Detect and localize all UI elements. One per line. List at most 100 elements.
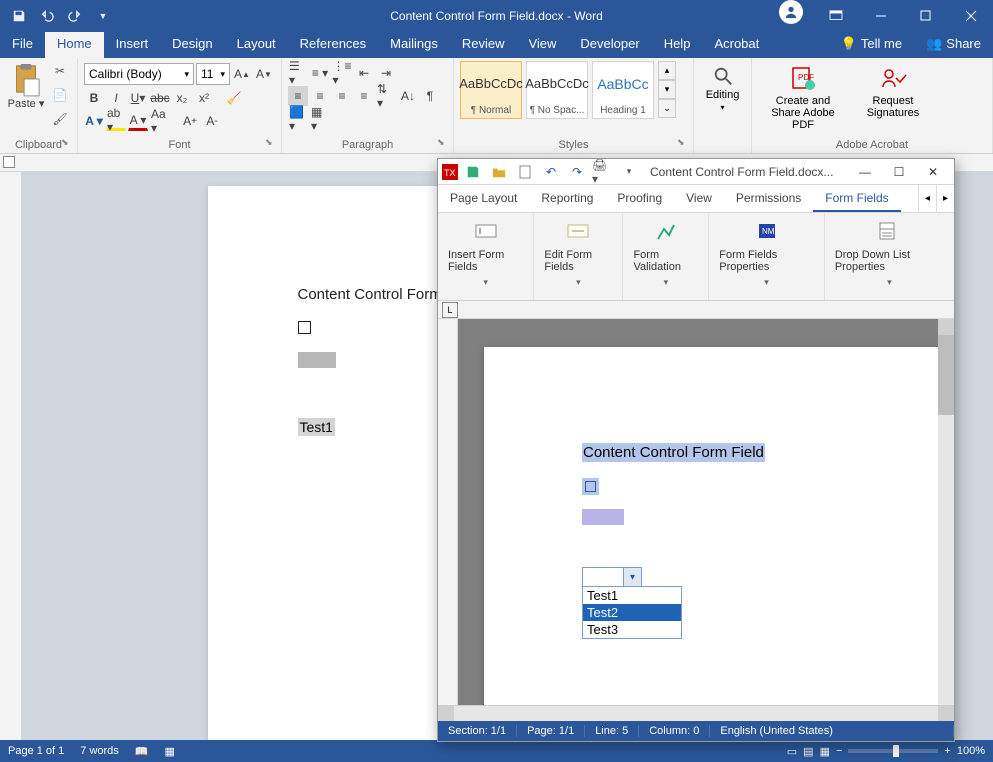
tx-print-icon[interactable]: 🖨 ▾ [592, 161, 614, 183]
view-web-icon[interactable]: ▦ [820, 745, 830, 758]
tx-tab-form-fields[interactable]: Form Fields [813, 185, 900, 212]
tx-form-validation-button[interactable]: Form Validation▾ [623, 213, 709, 300]
tx-ruler-toggle[interactable]: L [442, 302, 458, 318]
tx-scrollbar-horizontal[interactable] [438, 705, 954, 721]
tab-references[interactable]: References [288, 32, 378, 58]
tx-tab-page-layout[interactable]: Page Layout [438, 185, 529, 212]
grow-font2-icon[interactable]: A+ [180, 111, 200, 131]
save-icon[interactable] [6, 3, 32, 29]
tx-new-icon[interactable] [514, 161, 536, 183]
undo-icon[interactable] [34, 3, 60, 29]
bullets-icon[interactable]: ☰ ▾ [288, 63, 308, 83]
align-center-icon[interactable]: ≡ [310, 86, 330, 106]
create-share-pdf-button[interactable]: PDF Create and Share Adobe PDF [758, 61, 848, 135]
tab-acrobat[interactable]: Acrobat [702, 32, 771, 58]
tab-file[interactable]: File [0, 32, 45, 58]
editing-button[interactable]: Editing ▾ [700, 61, 745, 116]
doc-dropdown-value[interactable]: Test1 [298, 418, 335, 436]
tab-review[interactable]: Review [450, 32, 517, 58]
tab-developer[interactable]: Developer [568, 32, 651, 58]
tx-edit-form-fields-button[interactable]: Edit Form Fields▾ [534, 213, 623, 300]
font-launcher[interactable]: ⬊ [265, 137, 277, 149]
tx-scrollbar-vertical[interactable] [938, 319, 954, 705]
align-right-icon[interactable]: ≡ [332, 86, 352, 106]
tx-minimize-icon[interactable]: — [848, 159, 882, 185]
user-avatar[interactable] [779, 0, 803, 24]
tx-tab-permissions[interactable]: Permissions [724, 185, 813, 212]
tx-status-section[interactable]: Section: 1/1 [438, 725, 517, 737]
font-name-dropdown[interactable]: Calibri (Body)▾ [84, 63, 194, 85]
tx-status-language[interactable]: English (United States) [710, 725, 954, 737]
view-read-icon[interactable]: ▭ [787, 745, 797, 758]
request-signatures-button[interactable]: Request Signatures [848, 61, 938, 135]
status-spelling-icon[interactable]: 📖 [135, 745, 149, 758]
tx-doc-checkbox-field[interactable] [582, 478, 599, 495]
view-print-icon[interactable]: ▤ [803, 745, 813, 758]
tx-status-column[interactable]: Column: 0 [639, 725, 710, 737]
format-painter-icon[interactable]: 🖌 [50, 109, 70, 129]
status-page[interactable]: Page 1 of 1 [8, 745, 64, 757]
justify-icon[interactable]: ≡ [354, 86, 374, 106]
style-no-spacing[interactable]: AaBbCcDc ¶ No Spac... [526, 61, 588, 119]
font-size-dropdown[interactable]: 11▾ [196, 63, 230, 85]
strikethrough-icon[interactable]: abc [150, 88, 170, 108]
change-case-icon[interactable]: Aa ▾ [150, 111, 170, 131]
styles-launcher[interactable]: ⬊ [677, 137, 689, 149]
maximize-icon[interactable] [903, 0, 948, 32]
zoom-out-icon[interactable]: − [836, 745, 842, 757]
tx-tab-reporting[interactable]: Reporting [529, 185, 605, 212]
qat-customize-icon[interactable]: ▼ [90, 3, 116, 29]
tx-tabs-next[interactable]: ▸ [936, 185, 954, 212]
styles-scroll-up[interactable]: ▴ [658, 61, 676, 80]
superscript-icon[interactable]: x² [194, 88, 214, 108]
tx-doc-text-field[interactable] [582, 509, 624, 525]
cut-icon[interactable]: ✂ [50, 61, 70, 81]
tx-tabs-prev[interactable]: ◂ [918, 185, 936, 212]
tab-home[interactable]: Home [45, 32, 104, 58]
tx-dropdown-list-properties-button[interactable]: Drop Down List Properties▾ [825, 213, 954, 300]
styles-scroll-down[interactable]: ▾ [658, 80, 676, 99]
tab-mailings[interactable]: Mailings [378, 32, 450, 58]
tx-ruler-horizontal[interactable]: L [438, 301, 954, 319]
tab-insert[interactable]: Insert [104, 32, 161, 58]
tx-doc-combobox[interactable]: ▾ [582, 567, 642, 587]
paragraph-launcher[interactable]: ⬊ [437, 137, 449, 149]
increase-indent-icon[interactable]: ⇥ [376, 63, 396, 83]
clipboard-launcher[interactable]: ⬊ [61, 137, 73, 149]
align-left-icon[interactable]: ≡ [288, 86, 308, 106]
grow-font-icon[interactable]: A▲ [232, 64, 252, 84]
copy-icon[interactable]: 📄 [50, 85, 70, 105]
underline-icon[interactable]: U ▾ [128, 88, 148, 108]
styles-expand[interactable]: ⌄ [658, 99, 676, 118]
zoom-in-icon[interactable]: + [944, 745, 950, 757]
doc-checkbox-field[interactable] [298, 321, 311, 334]
decrease-indent-icon[interactable]: ⇤ [354, 63, 374, 83]
tab-design[interactable]: Design [160, 32, 224, 58]
tx-save-icon[interactable] [462, 161, 484, 183]
tellme-button[interactable]: 💡Tell me [829, 32, 914, 58]
tx-dropdown-item[interactable]: Test2 [583, 604, 681, 621]
show-marks-icon[interactable]: ¶ [420, 86, 440, 106]
tab-help[interactable]: Help [652, 32, 703, 58]
tx-open-icon[interactable] [488, 161, 510, 183]
tx-status-line[interactable]: Line: 5 [585, 725, 639, 737]
tx-undo-icon[interactable]: ↶ [540, 161, 562, 183]
tx-form-fields-properties-button[interactable]: NM Form Fields Properties▾ [709, 213, 825, 300]
doc-text-field[interactable] [298, 352, 336, 368]
tx-maximize-icon[interactable]: ☐ [882, 159, 916, 185]
highlight-icon[interactable]: ab ▾ [106, 111, 126, 131]
multilevel-icon[interactable]: ⋮≡ ▾ [332, 63, 352, 83]
tx-close-icon[interactable]: ✕ [916, 159, 950, 185]
ruler-vertical[interactable] [0, 172, 22, 740]
tx-ruler-vertical[interactable] [438, 319, 458, 705]
close-icon[interactable] [948, 0, 993, 32]
tx-insert-form-fields-button[interactable]: Insert Form Fields▾ [438, 213, 534, 300]
nav-pane-toggle[interactable] [3, 156, 15, 168]
italic-icon[interactable]: I [106, 88, 126, 108]
tab-layout[interactable]: Layout [225, 32, 288, 58]
style-heading1[interactable]: AaBbCc Heading 1 [592, 61, 654, 119]
status-words[interactable]: 7 words [80, 745, 119, 757]
ribbon-display-options-icon[interactable] [813, 0, 858, 32]
font-color-icon[interactable]: A ▾ [128, 111, 148, 131]
text-effects-icon[interactable]: A ▾ [84, 111, 104, 131]
